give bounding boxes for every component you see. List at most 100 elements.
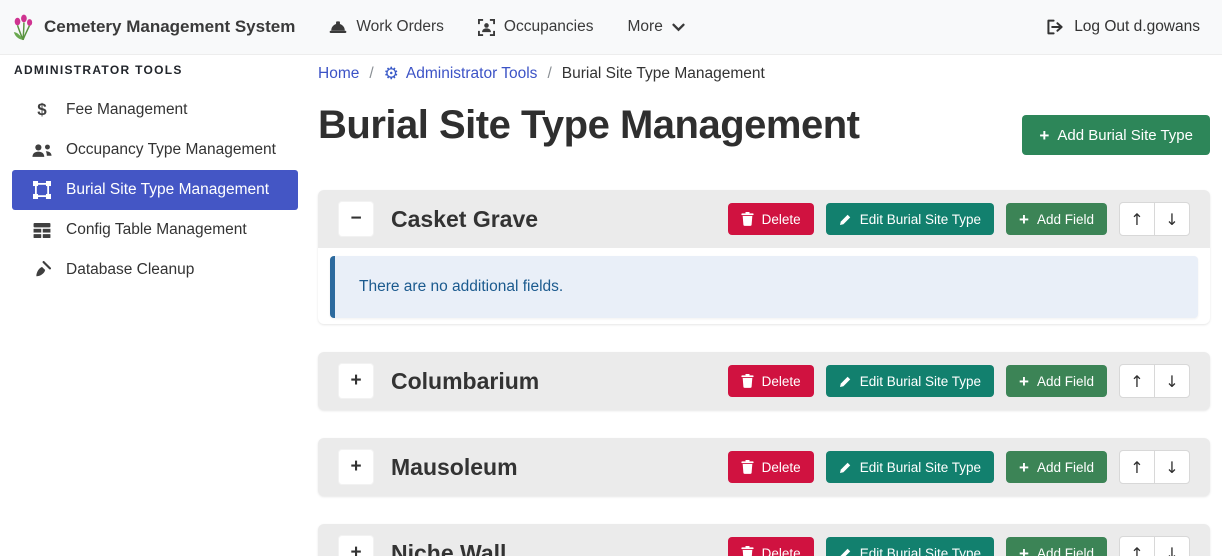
add-field-button[interactable]: + Add Field (1006, 365, 1107, 397)
sidebar-item-label: Burial Site Type Management (66, 181, 269, 199)
sign-out-icon (1047, 19, 1064, 35)
pencil-icon (839, 547, 852, 556)
reorder-button-group: ↑ ↓ (1119, 536, 1190, 556)
delete-label: Delete (762, 546, 801, 556)
burial-site-type-panel: − Casket Grave Delete (318, 190, 1210, 324)
panel-title: Casket Grave (391, 206, 538, 233)
sidebar-item-label: Fee Management (66, 101, 188, 119)
edit-burial-site-type-button[interactable]: Edit Burial Site Type (826, 451, 994, 483)
edit-label: Edit Burial Site Type (860, 460, 981, 475)
sidebar-item-database-cleanup[interactable]: Database Cleanup (12, 250, 298, 290)
dollar-icon: $ (32, 100, 52, 120)
nav-more[interactable]: More (628, 18, 685, 36)
broom-icon (32, 261, 52, 279)
table-icon (32, 223, 52, 238)
panel-header: + Columbarium Delete (318, 352, 1210, 410)
expand-panel-button[interactable]: + (338, 535, 374, 556)
delete-button[interactable]: Delete (728, 365, 814, 397)
move-up-button[interactable]: ↑ (1119, 364, 1155, 398)
add-burial-site-type-label: Add Burial Site Type (1057, 127, 1193, 144)
move-down-button[interactable]: ↓ (1154, 364, 1190, 398)
reorder-button-group: ↑ ↓ (1119, 450, 1190, 484)
move-down-button[interactable]: ↓ (1154, 450, 1190, 484)
panel-title: Niche Wall (391, 540, 506, 556)
move-up-button[interactable]: ↑ (1119, 202, 1155, 236)
reorder-button-group: ↑ ↓ (1119, 202, 1190, 236)
panel-header: − Casket Grave Delete (318, 190, 1210, 248)
plus-icon: + (1019, 459, 1029, 476)
breadcrumb-admin-label: Administrator Tools (406, 65, 538, 83)
panel-title: Columbarium (391, 368, 539, 395)
edit-label: Edit Burial Site Type (860, 212, 981, 227)
pencil-icon (839, 213, 852, 226)
add-field-button[interactable]: + Add Field (1006, 203, 1107, 235)
edit-burial-site-type-button[interactable]: Edit Burial Site Type (826, 537, 994, 556)
plus-icon: + (1019, 545, 1029, 556)
add-field-label: Add Field (1037, 212, 1094, 227)
pencil-icon (839, 461, 852, 474)
tulips-logo-icon (12, 14, 34, 41)
chevron-down-icon (672, 23, 685, 32)
move-down-button[interactable]: ↓ (1154, 536, 1190, 556)
gear-icon: ⚙ (384, 65, 399, 82)
move-down-button[interactable]: ↓ (1154, 202, 1190, 236)
breadcrumb-home-link[interactable]: Home (318, 65, 359, 83)
sidebar-item-label: Config Table Management (66, 221, 247, 239)
sidebar-heading: ADMINISTRATOR TOOLS (12, 63, 298, 77)
add-field-label: Add Field (1037, 460, 1094, 475)
add-field-label: Add Field (1037, 374, 1094, 389)
sidebar-item-fee-management[interactable]: $ Fee Management (12, 90, 298, 130)
panel-header: + Niche Wall Delete (318, 524, 1210, 556)
add-field-button[interactable]: + Add Field (1006, 451, 1107, 483)
move-up-button[interactable]: ↑ (1119, 536, 1155, 556)
sidebar-item-config-table[interactable]: Config Table Management (12, 210, 298, 250)
burial-site-type-panel: + Niche Wall Delete (318, 524, 1210, 556)
edit-label: Edit Burial Site Type (860, 546, 981, 556)
panel-title: Mausoleum (391, 454, 518, 481)
nav-occupancies[interactable]: Occupancies (478, 18, 594, 36)
expand-panel-button[interactable]: + (338, 363, 374, 399)
plus-icon: + (1039, 127, 1049, 144)
edit-burial-site-type-button[interactable]: Edit Burial Site Type (826, 365, 994, 397)
trash-icon (741, 374, 754, 388)
nav-work-orders-label: Work Orders (356, 18, 444, 36)
sidebar: ADMINISTRATOR TOOLS $ Fee Management Occ… (0, 55, 310, 556)
breadcrumb: Home / ⚙ Administrator Tools / Burial Si… (318, 63, 1210, 84)
add-burial-site-type-button[interactable]: + Add Burial Site Type (1022, 115, 1210, 155)
move-up-button[interactable]: ↑ (1119, 450, 1155, 484)
trash-icon (741, 546, 754, 556)
breadcrumb-admin-tools-link[interactable]: ⚙ Administrator Tools (384, 65, 538, 83)
trash-icon (741, 460, 754, 474)
no-fields-alert: There are no additional fields. (330, 256, 1198, 318)
logout-button[interactable]: Log Out d.gowans (1047, 18, 1200, 36)
delete-button[interactable]: Delete (728, 537, 814, 556)
nav-work-orders[interactable]: Work Orders (329, 18, 444, 36)
breadcrumb-current: Burial Site Type Management (562, 65, 765, 83)
delete-button[interactable]: Delete (728, 451, 814, 483)
burial-site-type-panel: + Columbarium Delete (318, 352, 1210, 410)
burial-site-type-panel: + Mausoleum Delete (318, 438, 1210, 496)
nav-occupancies-label: Occupancies (504, 18, 594, 36)
page-title: Burial Site Type Management (318, 100, 859, 150)
sidebar-item-occupancy-type[interactable]: Occupancy Type Management (12, 130, 298, 170)
sidebar-item-burial-site-type[interactable]: Burial Site Type Management (12, 170, 298, 210)
reorder-button-group: ↑ ↓ (1119, 364, 1190, 398)
nav-more-label: More (628, 18, 663, 36)
app-title: Cemetery Management System (44, 17, 295, 37)
expand-panel-button[interactable]: + (338, 449, 374, 485)
people-icon (32, 143, 52, 158)
trash-icon (741, 212, 754, 226)
sidebar-item-label: Occupancy Type Management (66, 141, 276, 159)
logout-label: Log Out d.gowans (1074, 18, 1200, 36)
edit-label: Edit Burial Site Type (860, 374, 981, 389)
hard-hat-icon (329, 20, 347, 35)
collapse-panel-button[interactable]: − (338, 201, 374, 237)
edit-burial-site-type-button[interactable]: Edit Burial Site Type (826, 203, 994, 235)
occupancy-frame-icon (478, 19, 495, 36)
add-field-button[interactable]: + Add Field (1006, 537, 1107, 556)
delete-button[interactable]: Delete (728, 203, 814, 235)
plus-icon: + (1019, 211, 1029, 228)
object-group-icon (32, 181, 52, 199)
sidebar-item-label: Database Cleanup (66, 261, 194, 279)
app-brand[interactable]: Cemetery Management System (12, 14, 295, 41)
